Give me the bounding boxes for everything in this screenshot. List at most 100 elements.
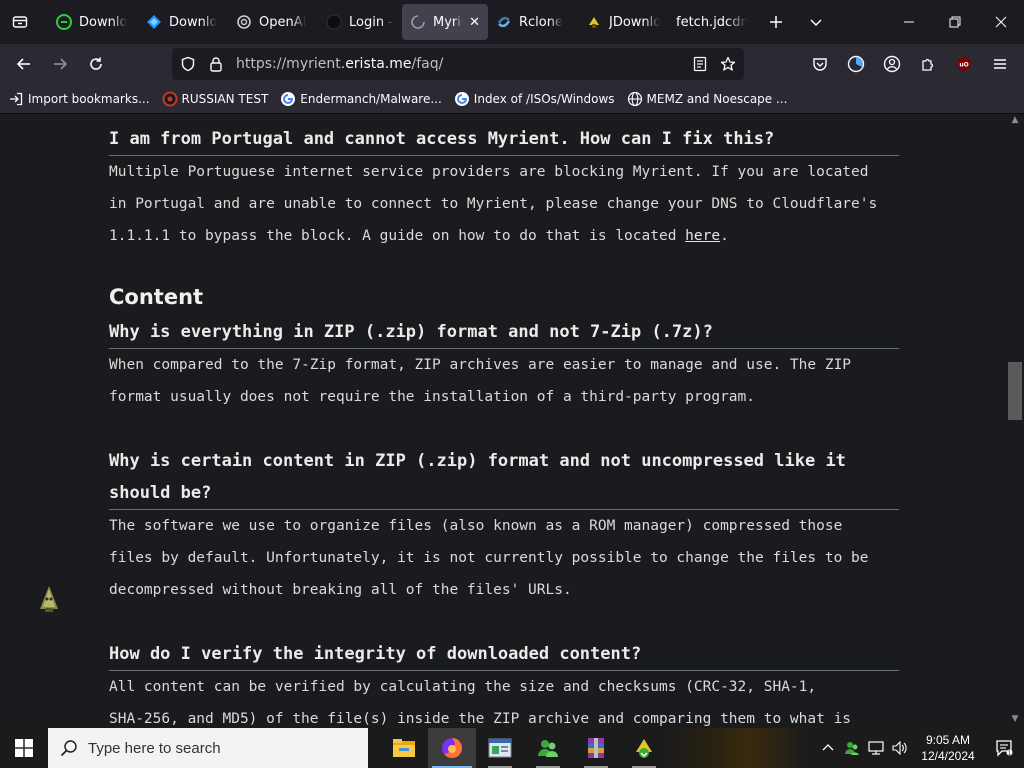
faq-zip-section: Why is everything in ZIP (.zip) format a… <box>109 316 899 413</box>
bookmark-star-icon[interactable] <box>714 50 742 78</box>
faq-portugal-section: I am from Portugal and cannot access Myr… <box>109 123 899 252</box>
minimize-button[interactable] <box>886 0 932 44</box>
arrow-right-icon <box>54 58 68 70</box>
address-bar[interactable]: https://myrient.erista.me/faq/ <box>172 48 744 80</box>
lock-icon[interactable] <box>202 50 230 78</box>
scroll-down-arrow-icon[interactable]: ▼ <box>1006 714 1024 728</box>
bookmark-import[interactable]: Import bookmarks... <box>8 91 150 107</box>
bookmark-memz[interactable]: MEMZ and Noescape ... <box>627 91 787 107</box>
green-people-icon <box>538 740 558 757</box>
app-menu-button[interactable] <box>982 48 1018 80</box>
green-circle-icon <box>56 14 72 30</box>
faq-question-zip-format: Why is everything in ZIP (.zip) format a… <box>109 316 899 349</box>
taskbar-wallpaper-strip <box>664 728 804 768</box>
taskbar-winrar[interactable] <box>572 728 620 768</box>
notification-center-button[interactable]: 1 <box>984 728 1024 768</box>
toolbar-right: uO <box>802 44 1024 84</box>
search-icon <box>60 740 77 757</box>
tab-list-icon <box>12 16 28 28</box>
ublock-origin-button[interactable]: uO <box>946 48 982 80</box>
system-tray: 9:05 AM 12/4/2024 1 <box>816 728 1024 768</box>
tab-jdownloader[interactable]: JDownlo <box>578 4 668 40</box>
green-people-icon <box>845 742 859 755</box>
faq-answer-uncompressed-line-1: The software we use to organize files (a… <box>109 518 843 534</box>
bookmark-russian-test[interactable]: RUSSIAN TEST <box>162 91 269 107</box>
reload-icon <box>90 57 102 70</box>
taskbar-green-people[interactable] <box>524 728 572 768</box>
svg-text:uO: uO <box>959 62 968 69</box>
tab-fetch-jdcdn[interactable]: fetch.jdcdn.c <box>668 4 756 40</box>
faq-answer-zip-line-2: format usually does not require the inst… <box>109 389 756 405</box>
url-host: erista.me <box>345 56 412 72</box>
list-all-tabs-button[interactable] <box>0 0 40 44</box>
forward-button[interactable] <box>42 48 78 80</box>
bookmarks-toolbar: Import bookmarks... RUSSIAN TEST Enderma… <box>0 84 1024 114</box>
windows-logo-icon <box>15 739 33 757</box>
bookmark-label: Endermanch/Malware... <box>300 91 442 106</box>
new-tab-button[interactable] <box>756 4 796 40</box>
dark-circle-icon <box>326 14 342 30</box>
page-scrollbar[interactable]: ▲ ▼ <box>1006 115 1024 728</box>
volume-button[interactable] <box>888 728 912 768</box>
restore-button[interactable] <box>932 0 978 44</box>
ublock-origin-icon: uO <box>957 57 971 71</box>
tab-download-1[interactable]: Downlo <box>48 4 138 40</box>
loading-icon <box>410 14 426 30</box>
arrow-left-icon <box>16 58 30 70</box>
tab-login[interactable]: Login - C <box>318 4 402 40</box>
faq-answer-verify-line-2: SHA-256, and MD5) of the file(s) inside … <box>109 711 852 727</box>
faq-answer-portugal-line-2: in Portugal and are unable to connect to… <box>109 196 878 212</box>
tab-openai[interactable]: OpenAI <box>228 4 318 40</box>
url-text[interactable]: https://myrient.erista.me/faq/ <box>236 56 686 72</box>
cloudflare-guide-link[interactable]: here <box>685 228 720 244</box>
account-button[interactable] <box>874 48 910 80</box>
bookmark-label: Index of /ISOs/Windows <box>473 91 615 106</box>
faq-answer-portugal-line-3: 1.1.1.1 to bypass the block. A guide on … <box>109 220 899 252</box>
network-button[interactable] <box>864 728 888 768</box>
search-placeholder: Type here to search <box>88 739 221 757</box>
firefox-icon <box>442 738 462 758</box>
tray-app-button[interactable] <box>840 728 864 768</box>
extensions-button[interactable] <box>910 48 946 80</box>
url-path: /faq/ <box>411 56 444 72</box>
taskbar-file-explorer[interactable] <box>380 728 428 768</box>
tab-overflow-button[interactable] <box>796 4 836 40</box>
close-window-button[interactable] <box>978 0 1024 44</box>
url-scheme: https://myrient. <box>236 56 346 72</box>
tab-download-2[interactable]: Downlo <box>138 4 228 40</box>
tab-myrient[interactable]: Myrie ✕ <box>402 4 488 40</box>
extension-timer-button[interactable] <box>838 48 874 80</box>
answer-text: . <box>720 228 729 244</box>
reader-view-icon[interactable] <box>686 50 714 78</box>
shield-icon[interactable] <box>174 50 202 78</box>
taskbar-firefox[interactable] <box>428 728 476 768</box>
bookmark-index-isos[interactable]: Index of /ISOs/Windows <box>454 91 615 107</box>
speaker-icon <box>892 741 907 755</box>
show-hidden-icons-button[interactable] <box>816 728 840 768</box>
bookmark-endermanch[interactable]: Endermanch/Malware... <box>280 91 442 107</box>
bookmark-label: RUSSIAN TEST <box>181 91 269 106</box>
chevron-down-icon <box>810 19 822 27</box>
scroll-thumb[interactable] <box>1008 362 1022 420</box>
desktop-mascot-icon[interactable] <box>38 585 60 613</box>
faq-uncompressed-section: Why is certain content in ZIP (.zip) for… <box>109 445 899 606</box>
tab-label: Downlo <box>79 14 128 30</box>
taskbar-app-window[interactable] <box>476 728 524 768</box>
jdownloader-icon <box>636 739 652 758</box>
svg-text:1: 1 <box>1008 751 1011 757</box>
back-button[interactable] <box>6 48 42 80</box>
taskbar-clock[interactable]: 9:05 AM 12/4/2024 <box>912 732 984 764</box>
web-page: I am from Portugal and cannot access Myr… <box>0 115 1006 728</box>
tabs: Downlo Downlo OpenAI Login - C Myrie ✕ <box>40 0 836 44</box>
taskbar-search-box[interactable]: Type here to search <box>48 728 368 768</box>
tab-label: Myrie <box>433 14 463 30</box>
pocket-button[interactable] <box>802 48 838 80</box>
close-tab-icon[interactable]: ✕ <box>469 15 480 30</box>
start-button[interactable] <box>0 728 48 768</box>
tab-label: Rclone <box>519 14 563 30</box>
tab-rclone[interactable]: Rclone <box>488 4 578 40</box>
scroll-up-arrow-icon[interactable]: ▲ <box>1006 115 1024 129</box>
reload-button[interactable] <box>78 48 114 80</box>
taskbar-jdownloader[interactable] <box>620 728 668 768</box>
russian-test-icon <box>162 91 178 107</box>
